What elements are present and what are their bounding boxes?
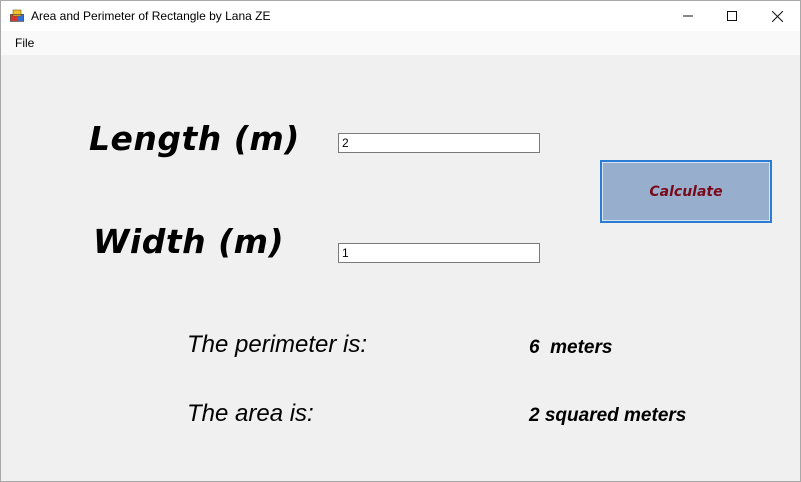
window-title: Area and Perimeter of Rectangle by Lana … bbox=[31, 9, 271, 23]
width-input[interactable] bbox=[338, 243, 540, 263]
menu-file[interactable]: File bbox=[9, 34, 40, 52]
close-button[interactable] bbox=[754, 1, 800, 31]
app-window: Area and Perimeter of Rectangle by Lana … bbox=[0, 0, 801, 482]
app-icon bbox=[10, 9, 24, 22]
area-label: The area is: bbox=[187, 400, 314, 427]
maximize-button[interactable] bbox=[709, 1, 755, 31]
perimeter-value: 6 meters bbox=[529, 337, 613, 358]
width-label: Width (m) bbox=[93, 222, 285, 261]
maximize-icon bbox=[727, 11, 737, 21]
perimeter-label: The perimeter is: bbox=[187, 331, 368, 358]
calculate-button[interactable]: Calculate bbox=[600, 160, 772, 223]
minimize-icon bbox=[683, 15, 693, 17]
title-bar[interactable]: Area and Perimeter of Rectangle by Lana … bbox=[1, 1, 800, 31]
length-input[interactable] bbox=[338, 133, 540, 153]
close-icon bbox=[771, 10, 783, 22]
minimize-button[interactable] bbox=[665, 1, 711, 31]
menu-bar: File bbox=[1, 31, 800, 55]
calculate-button-label: Calculate bbox=[649, 183, 723, 200]
area-value: 2 squared meters bbox=[529, 405, 687, 426]
length-label: Length (m) bbox=[89, 119, 300, 158]
